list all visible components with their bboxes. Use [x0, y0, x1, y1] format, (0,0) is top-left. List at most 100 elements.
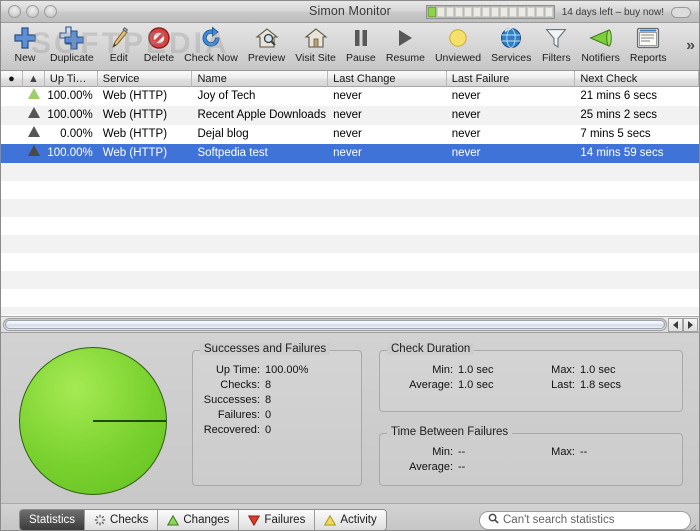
stat-label: Failures: — [217, 409, 260, 421]
pie-slice-successes — [19, 347, 167, 495]
toolbar-label: Check Now — [184, 52, 238, 64]
status-icon-cell — [23, 125, 45, 144]
column-header[interactable]: Last Failure — [447, 71, 576, 87]
trial-segment — [454, 7, 463, 17]
toolbar-button-check-now[interactable]: Check Now — [179, 23, 243, 69]
uptime-cell: 100.00% — [47, 147, 93, 159]
toolbar-overflow-button[interactable]: » — [686, 23, 699, 69]
megaphone-icon — [588, 25, 614, 51]
stat-label: Min: — [432, 364, 453, 376]
table-header: ● ▲ Up Ti… Service Name Last Change Last Failu… — [1, 71, 699, 87]
last-failure-cell: never — [451, 109, 481, 121]
tab-checks[interactable]: Checks — [85, 510, 159, 530]
column-header[interactable]: Last Change — [328, 71, 447, 87]
row-marker — [1, 87, 23, 106]
column-header[interactable]: Up Ti… — [45, 71, 98, 87]
tab-statistics[interactable]: Statistics — [20, 510, 86, 530]
toolbar-button-reports[interactable]: Reports — [625, 23, 672, 69]
toolbar-button-services[interactable]: Services — [486, 23, 536, 69]
empty-row — [1, 307, 699, 315]
red-down-triangle-icon — [248, 515, 261, 526]
column-header[interactable]: Next Check — [575, 71, 699, 87]
trial-banner[interactable]: 14 days left – buy now! — [425, 1, 691, 23]
column-header[interactable]: ▲ — [23, 71, 45, 87]
stat-row: Checks: 8 — [193, 378, 361, 393]
tab-label: Failures — [264, 514, 306, 526]
bottom-tab-bar: Statistics Checks Changes Failures Activity … — [1, 503, 699, 530]
toolbar-button-new[interactable]: New — [5, 23, 45, 69]
tab-label: Checks — [110, 514, 149, 526]
trial-segment — [490, 7, 499, 17]
toolbar-button-edit[interactable]: Edit — [99, 23, 139, 69]
search-placeholder: Can't search statistics — [503, 514, 615, 526]
toolbar-button-pause[interactable]: Pause — [341, 23, 381, 69]
toolbar-button-delete[interactable]: Delete — [139, 23, 179, 69]
simon-monitor-window: Simon Monitor 14 days left – buy now! SO… — [0, 0, 700, 531]
row-marker — [1, 125, 23, 144]
sparkle-icon — [94, 514, 106, 526]
stat-label: Successes: — [203, 394, 260, 406]
green-triangle-icon — [167, 514, 180, 526]
yellow-circle-icon — [447, 25, 469, 51]
pause-icon — [350, 25, 372, 51]
tab-activity[interactable]: Activity — [315, 510, 386, 530]
table-row[interactable]: 100.00% Web (HTTP) Joy of Tech never never 21… — [1, 87, 699, 106]
trial-segment — [517, 7, 526, 17]
toolbar-button-filters[interactable]: Filters — [536, 23, 576, 69]
table-row[interactable]: 100.00% Web (HTTP) Recent Apple Downloads n… — [1, 106, 699, 125]
resize-grip[interactable] — [685, 522, 697, 530]
stat-label: Average: — [409, 461, 453, 473]
search-field[interactable]: Can't search statistics — [479, 510, 691, 530]
time-between-failures-box: Time Between Failures Min: -- Average: -- M… — [379, 426, 683, 486]
toolbar-label: Duplicate — [50, 52, 94, 64]
column-header[interactable]: Name — [192, 71, 329, 87]
tab-failures[interactable]: Failures — [239, 510, 316, 530]
table-row[interactable]: 100.00% Web (HTTP) Softpedia test never neve… — [1, 144, 699, 163]
toolbar-label: Filters — [542, 52, 571, 64]
stat-value: 1.0 sec — [458, 379, 494, 391]
stat-value: 1.0 sec — [580, 364, 616, 376]
column-header[interactable]: ● — [1, 71, 23, 87]
tab-changes[interactable]: Changes — [158, 510, 240, 530]
trial-segment — [535, 7, 544, 17]
uptime-cell: 0.00% — [60, 128, 93, 140]
scroll-left-button[interactable] — [668, 317, 683, 332]
chevron-left-icon — [673, 320, 678, 329]
status-triangle-icon — [27, 107, 40, 118]
toolbar-button-resume[interactable]: Resume — [381, 23, 430, 69]
toolbar-button-duplicate[interactable]: Duplicate — [45, 23, 99, 69]
toolbar-button-unviewed[interactable]: Unviewed — [430, 23, 486, 69]
tbf-left-values: Min: -- Average: -- — [380, 445, 530, 475]
trial-text[interactable]: 14 days left – buy now! — [562, 7, 664, 18]
trial-segment — [436, 7, 445, 17]
column-header[interactable]: Service — [98, 71, 193, 87]
stat-row: Average: -- — [380, 460, 530, 475]
toolbar-label: Services — [491, 52, 532, 64]
trial-segment — [526, 7, 535, 17]
next-check-cell: 21 mins 6 secs — [580, 90, 658, 102]
trial-progress-bar — [425, 5, 555, 19]
tbf-right-values: Max: -- — [530, 445, 680, 475]
scrollbar-track[interactable] — [3, 318, 667, 331]
scroll-right-button[interactable] — [683, 317, 698, 332]
next-check-cell: 25 mins 2 secs — [580, 109, 658, 121]
trial-segment — [463, 7, 472, 17]
stat-row: Recovered: 0 — [193, 423, 361, 438]
row-marker — [1, 144, 23, 163]
name-cell: Joy of Tech — [197, 90, 256, 102]
stat-row: Average: 1.0 sec — [380, 378, 530, 393]
stat-label: Max: — [551, 364, 575, 376]
stat-row: Min: -- — [380, 445, 530, 460]
duration-left-values: Min: 1.0 sec Average: 1.0 sec — [380, 363, 530, 393]
toolbar-button-preview[interactable]: Preview — [243, 23, 290, 69]
table-row[interactable]: 0.00% Web (HTTP) Dejal blog never never 7 min… — [1, 125, 699, 144]
trial-segment — [508, 7, 517, 17]
toolbar-toggle-button[interactable] — [671, 6, 691, 18]
scrollbar-thumb[interactable] — [5, 320, 665, 329]
stat-row: Max: -- — [530, 445, 680, 460]
toolbar-button-notifiers[interactable]: Notifiers — [576, 23, 625, 69]
toolbar-label: Reports — [629, 52, 667, 64]
next-check-cell: 14 mins 59 secs — [580, 147, 664, 159]
horizontal-scrollbar[interactable] — [1, 316, 699, 333]
toolbar-button-visit-site[interactable]: Visit Site — [290, 23, 341, 69]
